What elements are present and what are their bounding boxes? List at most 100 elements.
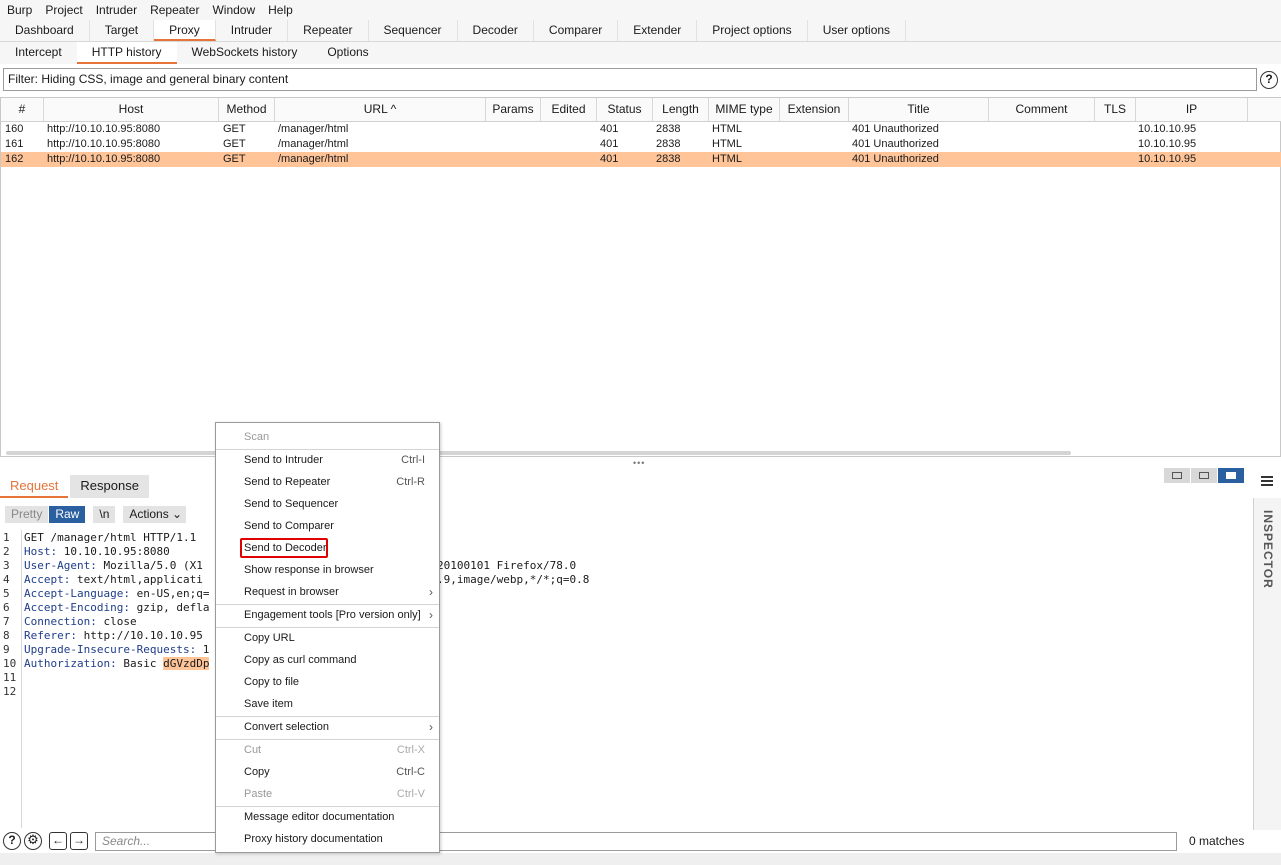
column-header-edited[interactable]: Edited xyxy=(541,98,597,121)
menu-item-label: Send to Intruder xyxy=(244,454,323,466)
menu-item-copy-url[interactable]: Copy URL xyxy=(216,628,439,649)
line-number: 4 xyxy=(3,573,10,586)
cell-length: 2838 xyxy=(656,153,681,165)
help-icon[interactable]: ? xyxy=(1260,71,1278,89)
menu-item-copy-to-file[interactable]: Copy to file xyxy=(216,672,439,693)
tab-intruder[interactable]: Intruder xyxy=(216,20,289,41)
help-icon[interactable]: ? xyxy=(3,832,21,850)
single-pane-icon[interactable] xyxy=(1218,468,1244,483)
highlight-box xyxy=(240,538,328,558)
cell-ip: 10.10.10.95 xyxy=(1138,123,1197,135)
code-line: User-Agent: Mozilla/5.0 (X1 xyxy=(24,559,203,573)
back-arrow-icon[interactable]: ← xyxy=(49,832,67,850)
menu-item-label: Proxy history documentation xyxy=(244,833,383,845)
line-number: 6 xyxy=(3,601,10,614)
actions-dropdown[interactable]: Actions ⌄ xyxy=(123,506,187,523)
tab-comparer[interactable]: Comparer xyxy=(534,20,619,41)
menu-item-engagement-tools[interactable]: Engagement tools [Pro version only] › xyxy=(216,605,439,626)
menu-item-label: Send to Repeater xyxy=(244,476,331,488)
header-name: Accept-Language: xyxy=(24,587,130,600)
table-row[interactable]: 160 http://10.10.10.95:8080 GET /manager… xyxy=(1,122,1281,137)
inspector-menu-icon[interactable] xyxy=(1261,476,1273,488)
tab-options[interactable]: Options xyxy=(312,42,383,64)
line-number: 10 xyxy=(3,657,17,670)
menu-item-show-response-in-browser[interactable]: Show response in browser xyxy=(216,560,439,581)
menu-window[interactable]: Window xyxy=(208,3,259,17)
menu-repeater[interactable]: Repeater xyxy=(146,3,203,17)
menu-item-send-to-repeater[interactable]: Send to Repeater Ctrl-R xyxy=(216,472,439,493)
horizontal-scrollbar[interactable] xyxy=(6,451,1071,455)
raw-button[interactable]: Raw xyxy=(49,506,86,523)
menu-item-request-in-browser[interactable]: Request in browser › xyxy=(216,582,439,603)
column-header-mime-type[interactable]: MIME type xyxy=(709,98,780,121)
tab-user-options[interactable]: User options xyxy=(808,20,907,41)
column-header-number[interactable]: # xyxy=(1,98,44,121)
menu-item-send-to-intruder[interactable]: Send to Intruder Ctrl-I xyxy=(216,450,439,471)
inspector-label[interactable]: INSPECTOR xyxy=(1255,510,1275,589)
split-horizontal-icon[interactable] xyxy=(1164,468,1190,483)
menu-item-label: Message editor documentation xyxy=(244,811,395,823)
tab-proxy[interactable]: Proxy xyxy=(154,20,216,41)
menu-help[interactable]: Help xyxy=(264,3,297,17)
selected-auth-token[interactable]: dGVzdDp xyxy=(163,657,210,670)
menu-item-message-editor-docs[interactable]: Message editor documentation xyxy=(216,807,439,828)
table-row[interactable]: 161 http://10.10.10.95:8080 GET /manager… xyxy=(1,137,1281,152)
tab-decoder[interactable]: Decoder xyxy=(458,20,534,41)
column-header-length[interactable]: Length xyxy=(653,98,709,121)
menu-item-send-to-sequencer[interactable]: Send to Sequencer xyxy=(216,494,439,515)
tab-request[interactable]: Request xyxy=(0,475,69,498)
settings-gear-icon[interactable]: ⚙ xyxy=(24,832,42,850)
column-header-extension[interactable]: Extension xyxy=(780,98,849,121)
cell-mime-type: HTML xyxy=(712,123,742,135)
menu-item-save-item[interactable]: Save item xyxy=(216,694,439,715)
tab-extender[interactable]: Extender xyxy=(618,20,698,41)
pretty-button[interactable]: Pretty xyxy=(5,506,49,523)
menu-item-convert-selection[interactable]: Convert selection › xyxy=(216,717,439,738)
menu-item-proxy-history-docs[interactable]: Proxy history documentation xyxy=(216,829,439,850)
header-name: Host: xyxy=(24,545,58,558)
menu-item-label: Request in browser xyxy=(244,586,339,598)
split-vertical-icon[interactable] xyxy=(1191,468,1217,483)
menu-intruder[interactable]: Intruder xyxy=(92,3,141,17)
code-line: Authorization: Basic dGVzdDp xyxy=(24,657,210,671)
menu-item-copy[interactable]: Copy Ctrl-C xyxy=(216,762,439,783)
cell-mime-type: HTML xyxy=(712,153,742,165)
menu-burp[interactable]: Burp xyxy=(3,3,36,17)
column-header-comment[interactable]: Comment xyxy=(989,98,1095,121)
tab-intercept[interactable]: Intercept xyxy=(0,42,77,64)
tab-dashboard[interactable]: Dashboard xyxy=(0,20,90,41)
column-header-host[interactable]: Host xyxy=(44,98,219,121)
filter-bar[interactable]: Filter: Hiding CSS, image and general bi… xyxy=(3,68,1257,91)
column-header-method[interactable]: Method xyxy=(219,98,275,121)
header-value: http://10.10.10.95 xyxy=(76,629,203,642)
menu-item-copy-as-curl[interactable]: Copy as curl command xyxy=(216,650,439,671)
tab-response[interactable]: Response xyxy=(70,475,149,498)
header-name: User-Agent: xyxy=(24,559,97,572)
table-row-selected[interactable]: 162 http://10.10.10.95:8080 GET /manager… xyxy=(1,152,1281,167)
menu-item-send-to-comparer[interactable]: Send to Comparer xyxy=(216,516,439,537)
line-number: 9 xyxy=(3,643,10,656)
column-header-params[interactable]: Params xyxy=(486,98,541,121)
cell-host: http://10.10.10.95:8080 xyxy=(47,138,161,150)
request-editor[interactable]: 1 2 3 4 5 6 7 8 9 10 11 12 GET /manager/… xyxy=(0,530,1252,828)
newline-toggle-button[interactable]: \n xyxy=(93,506,116,523)
menu-bar: Burp Project Intruder Repeater Window He… xyxy=(0,0,1281,20)
tab-websockets-history[interactable]: WebSockets history xyxy=(177,42,313,64)
code-line: Accept-Language: en-US,en;q= xyxy=(24,587,209,601)
forward-arrow-icon[interactable]: → xyxy=(70,832,88,850)
column-header-ip[interactable]: IP xyxy=(1136,98,1248,121)
tab-repeater[interactable]: Repeater xyxy=(288,20,369,41)
cell-number: 160 xyxy=(5,123,24,135)
tab-http-history[interactable]: HTTP history xyxy=(76,42,177,64)
tab-target[interactable]: Target xyxy=(90,20,155,41)
column-header-url[interactable]: URL ^ xyxy=(275,98,486,121)
tab-sequencer[interactable]: Sequencer xyxy=(369,20,458,41)
column-header-title[interactable]: Title xyxy=(849,98,989,121)
tab-project-options[interactable]: Project options xyxy=(697,20,808,41)
cell-method: GET xyxy=(223,138,246,150)
submenu-arrow-icon: › xyxy=(429,608,433,622)
menu-project[interactable]: Project xyxy=(41,3,86,17)
column-header-tls[interactable]: TLS xyxy=(1095,98,1136,121)
pane-splitter-handle[interactable]: ••• xyxy=(633,458,645,468)
column-header-status[interactable]: Status xyxy=(597,98,653,121)
